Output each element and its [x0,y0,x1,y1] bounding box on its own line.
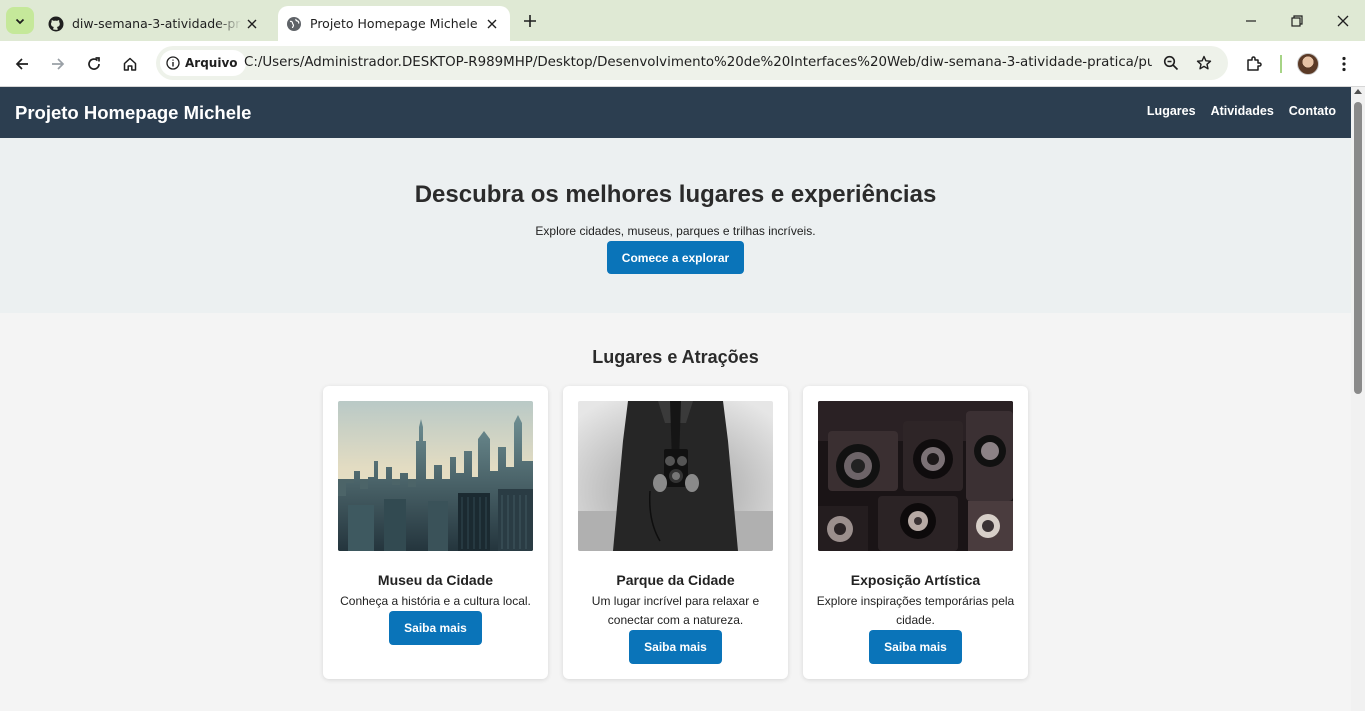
url-text[interactable]: C:/Users/Administrador.DESKTOP-R989MHP/D… [244,55,1152,70]
page-viewport: Projeto Homepage Michele Lugares Ativida… [0,87,1351,711]
learn-more-button[interactable]: Saiba mais [389,611,482,645]
bookmark-star-icon[interactable] [1193,52,1215,74]
page-scrollbar[interactable] [1351,87,1365,711]
card-title: Exposição Artística [850,572,981,588]
restore-window-button[interactable] [1282,8,1312,34]
vintage-cameras-photo [818,401,1013,551]
home-button[interactable] [116,50,144,78]
plus-icon [524,15,536,27]
browser-tab-active[interactable]: Projeto Homepage Michele [278,6,510,41]
scroll-up-arrow-icon[interactable] [1354,89,1362,94]
arrow-right-icon [52,58,65,70]
home-icon [123,57,137,71]
nav-link-contato[interactable]: Contato [1289,104,1336,118]
place-card-exhibition: Exposição Artística Explore inspirações … [803,386,1028,679]
close-window-button[interactable] [1328,8,1358,34]
back-button[interactable] [8,50,36,78]
tab-title: Projeto Homepage Michele [310,16,478,31]
arrow-left-icon [15,58,28,70]
city-skyline-photo [338,401,533,551]
places-section-title: Lugares e Atrações [592,347,759,367]
card-text: Explore inspirações temporárias pela cid… [816,594,1015,627]
site-header: Projeto Homepage Michele Lugares Ativida… [0,87,1351,138]
profile-avatar[interactable] [1297,53,1319,75]
browser-tab-github[interactable]: diw-semana-3-atividade-pratica [38,6,270,41]
close-tab-icon[interactable] [482,14,502,34]
place-card-museum: Museu da Cidade Conheça a história e a c… [323,386,548,679]
reload-button[interactable] [80,50,108,78]
person-with-camera-photo [578,401,773,551]
address-bar[interactable]: Arquivo C:/Users/Administrador.DESKTOP-R… [156,46,1228,80]
globe-icon [287,16,301,31]
site-brand[interactable]: Projeto Homepage Michele [15,102,251,124]
reload-icon [88,57,100,70]
card-title: Parque da Cidade [616,572,735,588]
card-text: Um lugar incrível para relaxar e conecta… [591,594,760,627]
nav-link-lugares[interactable]: Lugares [1147,104,1196,118]
site-info-label: Arquivo [185,56,238,70]
card-text: Conheça a história e a cultura local. [340,594,531,608]
hero-subtitle: Explore cidades, museus, parques e trilh… [535,224,816,238]
forward-button[interactable] [44,50,72,78]
chevron-down-icon [15,18,25,24]
close-icon [1337,15,1349,27]
close-tab-icon[interactable] [242,14,262,34]
restore-icon [1291,15,1303,27]
extensions-icon[interactable] [1242,52,1266,76]
minimize-icon [1246,20,1256,22]
hero-title: Descubra os melhores lugares e experiênc… [414,181,937,208]
learn-more-button[interactable]: Saiba mais [629,630,722,664]
tab-search-button[interactable] [6,7,34,34]
new-tab-button[interactable] [519,10,541,32]
toolbar-divider [1280,55,1282,73]
info-icon [166,56,180,70]
tab-title: diw-semana-3-atividade-pratica [72,16,242,31]
scrollbar-thumb[interactable] [1354,102,1362,394]
minimize-window-button[interactable] [1236,8,1266,34]
hero-section: Descubra os melhores lugares e experiênc… [0,138,1351,313]
zoom-icon[interactable] [1160,52,1182,74]
explore-button[interactable]: Comece a explorar [607,241,744,274]
github-icon [48,16,64,31]
browser-toolbar: Arquivo C:/Users/Administrador.DESKTOP-R… [0,41,1365,87]
card-title: Museu da Cidade [377,572,494,588]
site-info-chip[interactable]: Arquivo [160,50,246,76]
browser-tab-strip: diw-semana-3-atividade-pratica Projeto H… [0,0,1365,41]
browser-menu-icon[interactable] [1332,52,1356,76]
learn-more-button[interactable]: Saiba mais [869,630,962,664]
site-nav: Lugares Atividades Contato [1147,104,1336,118]
place-card-park: Parque da Cidade Um lugar incrível para … [563,386,788,679]
nav-link-atividades[interactable]: Atividades [1211,104,1274,118]
